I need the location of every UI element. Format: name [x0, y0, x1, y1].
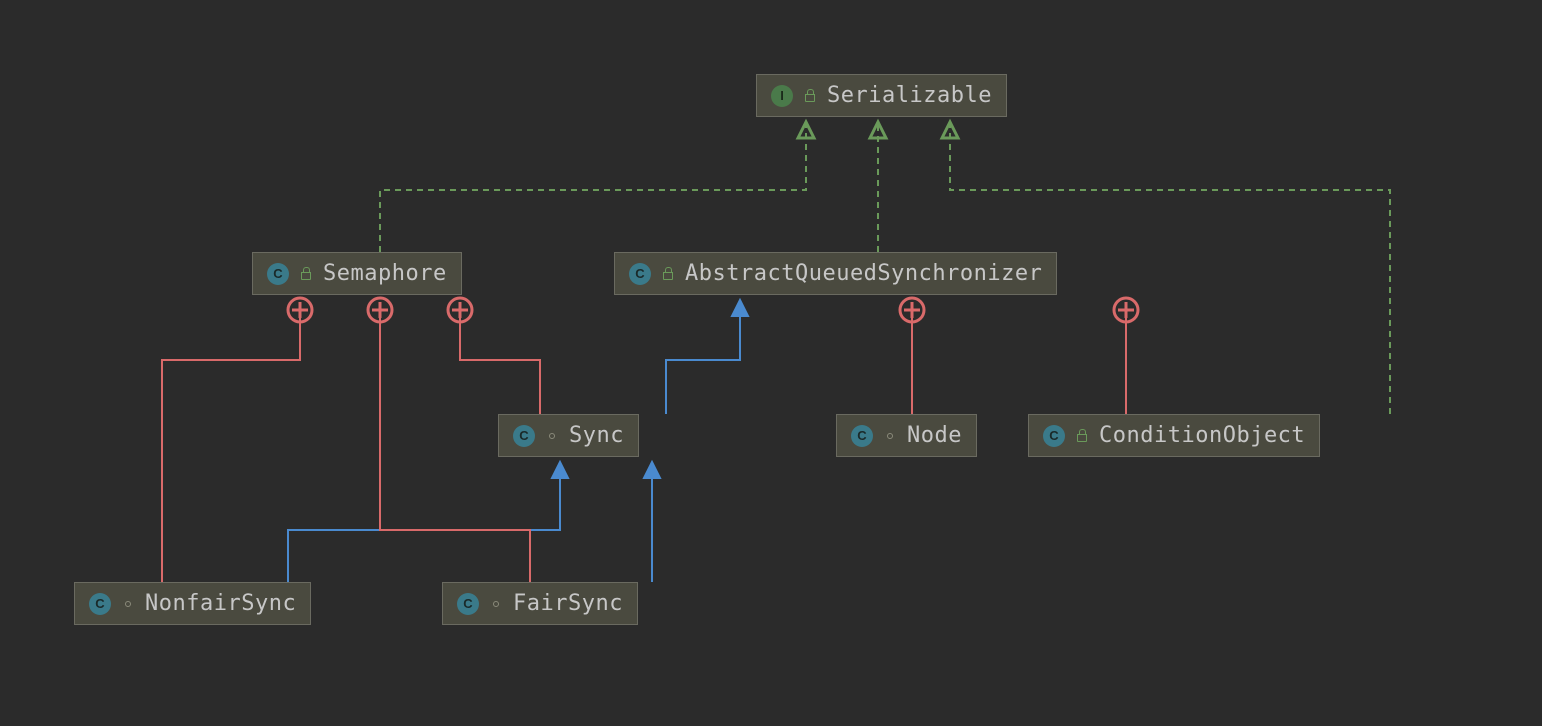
node-label: ConditionObject — [1099, 423, 1305, 448]
class-icon: C — [629, 263, 651, 285]
node-semaphore[interactable]: C Semaphore — [252, 252, 462, 295]
lock-icon — [1075, 429, 1089, 443]
edge-semaphore-serializable — [380, 122, 806, 252]
edge-nonfairsync-semaphore — [162, 310, 300, 582]
class-icon: C — [513, 425, 535, 447]
node-label: FairSync — [513, 591, 623, 616]
class-icon: C — [267, 263, 289, 285]
node-nonfairsync[interactable]: C NonfairSync — [74, 582, 311, 625]
node-fairsync[interactable]: C FairSync — [442, 582, 638, 625]
node-label: AbstractQueuedSynchronizer — [685, 261, 1042, 286]
package-icon — [883, 429, 897, 443]
lock-icon — [803, 89, 817, 103]
package-icon — [545, 429, 559, 443]
class-icon: C — [457, 593, 479, 615]
node-label: Node — [907, 423, 962, 448]
edge-nonfairsync-sync — [288, 462, 560, 582]
package-icon — [489, 597, 503, 611]
node-label: Serializable — [827, 83, 992, 108]
class-icon: C — [1043, 425, 1065, 447]
package-icon — [121, 597, 135, 611]
lock-icon — [299, 267, 313, 281]
class-icon: C — [89, 593, 111, 615]
node-serializable[interactable]: I Serializable — [756, 74, 1007, 117]
edge-sync-aqs — [666, 300, 740, 414]
node-label: NonfairSync — [145, 591, 296, 616]
lock-icon — [661, 267, 675, 281]
interface-icon: I — [771, 85, 793, 107]
class-icon: C — [851, 425, 873, 447]
node-label: Sync — [569, 423, 624, 448]
node-node[interactable]: C Node — [836, 414, 977, 457]
node-conditionobject[interactable]: C ConditionObject — [1028, 414, 1320, 457]
node-label: Semaphore — [323, 261, 447, 286]
edge-sync-semaphore — [460, 310, 540, 414]
node-sync[interactable]: C Sync — [498, 414, 639, 457]
node-aqs[interactable]: C AbstractQueuedSynchronizer — [614, 252, 1057, 295]
